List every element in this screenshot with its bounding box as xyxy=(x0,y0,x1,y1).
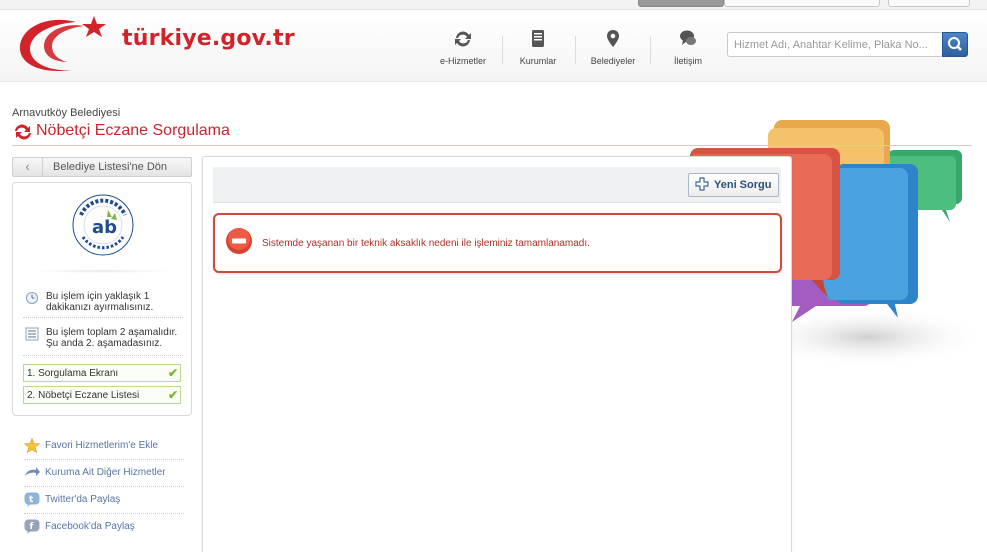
twitter-icon: t xyxy=(24,492,40,507)
back-to-list-button[interactable]: ‹ Belediye Listesi'ne Dön xyxy=(12,157,192,177)
site-logo[interactable]: türkiye.gov.tr xyxy=(14,12,314,78)
refresh-icon xyxy=(455,31,471,47)
nav-item-e-hizmetler[interactable]: e-Hizmetler xyxy=(433,24,493,66)
top-strip xyxy=(0,0,987,10)
link-label: Favori Hizmetlerim'e Ekle xyxy=(45,440,159,451)
top-strip-button[interactable] xyxy=(724,0,880,7)
nav-divider xyxy=(575,36,576,64)
svg-text:f: f xyxy=(30,522,34,532)
site-name: türkiye.gov.tr xyxy=(122,26,295,51)
step-label: 2. Nöbetçi Eczane Listesi xyxy=(27,390,140,401)
checkmark-icon: ✔ xyxy=(167,366,178,380)
municipality-name: Arnavutköy Belediyesi xyxy=(12,107,121,119)
top-strip-button[interactable] xyxy=(638,0,724,7)
crescent-star-logo-icon xyxy=(19,16,106,72)
add-to-favorites-link[interactable]: Favori Hizmetlerim'e Ekle xyxy=(24,434,184,460)
share-facebook-link[interactable]: f Facebook'da Paylaş xyxy=(24,515,184,541)
search-icon xyxy=(948,37,962,51)
link-label: Facebook'da Paylaş xyxy=(45,521,135,532)
plus-icon xyxy=(695,177,709,191)
nav-divider xyxy=(502,36,503,64)
nav-label: İletişim xyxy=(673,56,702,66)
nav-divider xyxy=(650,36,651,64)
share-twitter-link[interactable]: t Twitter'da Paylaş xyxy=(24,488,184,514)
svg-text:ab: ab xyxy=(92,217,117,238)
other-services-link[interactable]: Kuruma Ait Diğer Hizmetler xyxy=(24,461,184,487)
nav-label: Belediyeler xyxy=(590,56,636,66)
facebook-icon: f xyxy=(24,519,40,534)
chat-icon xyxy=(680,30,696,45)
stages-text: Bu işlem toplam 2 aşamalıdır. Şu anda 2.… xyxy=(46,327,178,349)
clock-icon xyxy=(26,292,38,304)
municipality-emblem-icon: ab xyxy=(72,194,134,256)
divider xyxy=(23,317,183,318)
search-button[interactable] xyxy=(942,32,968,57)
info-duration: Bu işlem için yaklaşık 1 dakikanızı ayır… xyxy=(23,291,183,315)
svg-text:t: t xyxy=(29,495,34,505)
error-minus-icon xyxy=(226,228,252,254)
error-message: Sistemde yaşanan bir teknik aksaklık ned… xyxy=(262,238,590,249)
info-stages: Bu işlem toplam 2 aşamalıdır. Şu anda 2.… xyxy=(23,327,183,351)
divider xyxy=(23,355,183,356)
nav-label: e-Hizmetler xyxy=(439,56,486,66)
new-query-label: Yeni Sorgu xyxy=(714,179,772,191)
title-divider xyxy=(12,145,972,146)
error-alert: Sistemde yaşanan bir teknik aksaklık ned… xyxy=(213,213,782,273)
search-input[interactable] xyxy=(727,32,943,57)
service-refresh-icon xyxy=(15,124,31,140)
site-header: türkiye.gov.tr e-Hizmetler Kurumlar Bele… xyxy=(0,10,987,82)
duration-text: Bu işlem için yaklaşık 1 dakikanızı ayır… xyxy=(46,291,154,313)
nav-item-kurumlar[interactable]: Kurumlar xyxy=(508,24,568,66)
arrow-icon xyxy=(25,467,40,476)
map-pin-icon xyxy=(607,30,619,47)
checkmark-icon: ✔ xyxy=(167,388,178,402)
link-label: Twitter'da Paylaş xyxy=(45,494,121,505)
book-icon xyxy=(532,30,544,47)
chevron-left-icon: ‹ xyxy=(13,158,43,176)
nav-label: Kurumlar xyxy=(519,56,557,66)
list-icon xyxy=(25,327,39,341)
nav-item-iletisim[interactable]: İletişim xyxy=(658,24,718,66)
link-label: Kuruma Ait Diğer Hizmetler xyxy=(45,467,166,478)
top-strip-button[interactable] xyxy=(888,0,970,7)
service-info-box: ab Bu işlem için yaklaşık 1 dakikanızı a… xyxy=(12,182,192,416)
main-panel: Yeni Sorgu Sistemde yaşanan bir teknik a… xyxy=(202,156,792,552)
step-item: 1. Sorgulama Ekranı ✔ xyxy=(23,364,181,382)
result-toolbar: Yeni Sorgu xyxy=(213,167,781,203)
new-query-button[interactable]: Yeni Sorgu xyxy=(688,173,779,197)
back-button-label: Belediye Listesi'ne Dön xyxy=(53,161,168,173)
page-title: Nöbetçi Eczane Sorgulama xyxy=(36,122,230,139)
star-icon xyxy=(24,438,40,453)
step-item: 2. Nöbetçi Eczane Listesi ✔ xyxy=(23,386,181,404)
step-label: 1. Sorgulama Ekranı xyxy=(27,368,119,379)
nav-item-belediyeler[interactable]: Belediyeler xyxy=(583,24,643,66)
emblem-shadow xyxy=(33,269,173,273)
